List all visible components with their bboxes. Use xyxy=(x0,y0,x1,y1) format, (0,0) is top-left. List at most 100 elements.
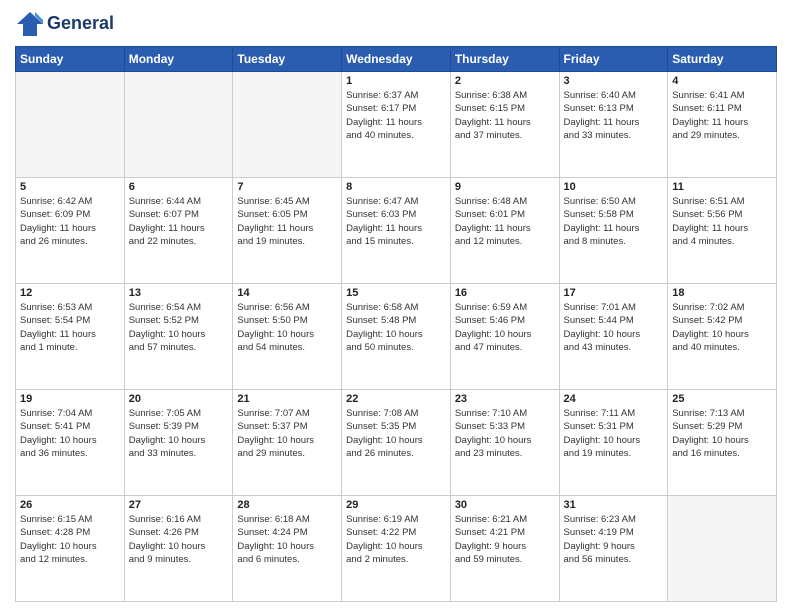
day-number: 24 xyxy=(564,393,664,405)
calendar-cell: 17 Sunrise: 7:01 AM Sunset: 5:44 PM Dayli… xyxy=(559,284,668,390)
day-info: Sunrise: 7:02 AM Sunset: 5:42 PM Dayligh… xyxy=(672,301,772,354)
calendar-cell: 28 Sunrise: 6:18 AM Sunset: 4:24 PM Dayli… xyxy=(233,496,342,602)
day-number: 2 xyxy=(455,75,555,87)
day-number: 25 xyxy=(672,393,772,405)
day-number: 5 xyxy=(20,181,120,193)
day-info: Sunrise: 6:48 AM Sunset: 6:01 PM Dayligh… xyxy=(455,195,555,248)
calendar-cell xyxy=(668,496,777,602)
calendar-cell: 21 Sunrise: 7:07 AM Sunset: 5:37 PM Dayli… xyxy=(233,390,342,496)
calendar-cell: 3Sunrise: 6:40 AM Sunset: 6:13 PM Daylig… xyxy=(559,72,668,178)
day-number: 29 xyxy=(346,499,446,511)
logo: General xyxy=(15,10,114,38)
calendar-cell: 15 Sunrise: 6:58 AM Sunset: 5:48 PM Dayli… xyxy=(342,284,451,390)
calendar-cell: 5 Sunrise: 6:42 AM Sunset: 6:09 PM Daylig… xyxy=(16,178,125,284)
day-info: Sunrise: 7:13 AM Sunset: 5:29 PM Dayligh… xyxy=(672,407,772,460)
calendar-cell: 8Sunrise: 6:47 AM Sunset: 6:03 PM Daylig… xyxy=(342,178,451,284)
day-number: 16 xyxy=(455,287,555,299)
day-info: Sunrise: 6:45 AM Sunset: 6:05 PM Dayligh… xyxy=(237,195,337,248)
header: General xyxy=(15,10,777,38)
calendar-cell: 18 Sunrise: 7:02 AM Sunset: 5:42 PM Dayli… xyxy=(668,284,777,390)
day-info: Sunrise: 6:18 AM Sunset: 4:24 PM Dayligh… xyxy=(237,513,337,566)
day-info: Sunrise: 6:54 AM Sunset: 5:52 PM Dayligh… xyxy=(129,301,229,354)
day-number: 20 xyxy=(129,393,229,405)
day-number: 18 xyxy=(672,287,772,299)
day-number: 9 xyxy=(455,181,555,193)
week-row-3: 12Sunrise: 6:53 AM Sunset: 5:54 PM Dayli… xyxy=(16,284,777,390)
weekday-header-thursday: Thursday xyxy=(450,47,559,72)
logo-icon xyxy=(15,10,45,38)
week-row-2: 5 Sunrise: 6:42 AM Sunset: 6:09 PM Daylig… xyxy=(16,178,777,284)
calendar-cell: 12Sunrise: 6:53 AM Sunset: 5:54 PM Dayli… xyxy=(16,284,125,390)
day-number: 26 xyxy=(20,499,120,511)
calendar-cell: 10 Sunrise: 6:50 AM Sunset: 5:58 PM Dayli… xyxy=(559,178,668,284)
day-info: Sunrise: 6:53 AM Sunset: 5:54 PM Dayligh… xyxy=(20,301,120,354)
calendar-cell: 24Sunrise: 7:11 AM Sunset: 5:31 PM Dayli… xyxy=(559,390,668,496)
day-info: Sunrise: 7:04 AM Sunset: 5:41 PM Dayligh… xyxy=(20,407,120,460)
day-info: Sunrise: 6:42 AM Sunset: 6:09 PM Dayligh… xyxy=(20,195,120,248)
calendar-cell: 13 Sunrise: 6:54 AM Sunset: 5:52 PM Dayli… xyxy=(124,284,233,390)
logo-text: General xyxy=(47,14,114,34)
weekday-header-monday: Monday xyxy=(124,47,233,72)
day-info: Sunrise: 6:51 AM Sunset: 5:56 PM Dayligh… xyxy=(672,195,772,248)
calendar-table: SundayMondayTuesdayWednesdayThursdayFrid… xyxy=(15,46,777,602)
weekday-header-saturday: Saturday xyxy=(668,47,777,72)
day-number: 4 xyxy=(672,75,772,87)
day-number: 21 xyxy=(237,393,337,405)
calendar-cell: 20 Sunrise: 7:05 AM Sunset: 5:39 PM Dayli… xyxy=(124,390,233,496)
day-number: 15 xyxy=(346,287,446,299)
day-info: Sunrise: 6:19 AM Sunset: 4:22 PM Dayligh… xyxy=(346,513,446,566)
calendar-cell: 27 Sunrise: 6:16 AM Sunset: 4:26 PM Dayli… xyxy=(124,496,233,602)
day-info: Sunrise: 6:23 AM Sunset: 4:19 PM Dayligh… xyxy=(564,513,664,566)
day-number: 6 xyxy=(129,181,229,193)
day-info: Sunrise: 6:37 AM Sunset: 6:17 PM Dayligh… xyxy=(346,89,446,142)
calendar-cell xyxy=(124,72,233,178)
day-info: Sunrise: 7:08 AM Sunset: 5:35 PM Dayligh… xyxy=(346,407,446,460)
day-number: 30 xyxy=(455,499,555,511)
weekday-header-friday: Friday xyxy=(559,47,668,72)
day-info: Sunrise: 6:41 AM Sunset: 6:11 PM Dayligh… xyxy=(672,89,772,142)
calendar-cell: 31 Sunrise: 6:23 AM Sunset: 4:19 PM Dayli… xyxy=(559,496,668,602)
day-info: Sunrise: 7:05 AM Sunset: 5:39 PM Dayligh… xyxy=(129,407,229,460)
calendar-cell: 6Sunrise: 6:44 AM Sunset: 6:07 PM Daylig… xyxy=(124,178,233,284)
day-info: Sunrise: 6:50 AM Sunset: 5:58 PM Dayligh… xyxy=(564,195,664,248)
calendar-cell: 11 Sunrise: 6:51 AM Sunset: 5:56 PM Dayli… xyxy=(668,178,777,284)
weekday-header-row: SundayMondayTuesdayWednesdayThursdayFrid… xyxy=(16,47,777,72)
day-number: 10 xyxy=(564,181,664,193)
week-row-1: 1 Sunrise: 6:37 AM Sunset: 6:17 PM Daylig… xyxy=(16,72,777,178)
day-info: Sunrise: 6:58 AM Sunset: 5:48 PM Dayligh… xyxy=(346,301,446,354)
day-number: 11 xyxy=(672,181,772,193)
day-info: Sunrise: 6:15 AM Sunset: 4:28 PM Dayligh… xyxy=(20,513,120,566)
day-info: Sunrise: 6:56 AM Sunset: 5:50 PM Dayligh… xyxy=(237,301,337,354)
calendar-cell: 19Sunrise: 7:04 AM Sunset: 5:41 PM Dayli… xyxy=(16,390,125,496)
calendar-cell: 30Sunrise: 6:21 AM Sunset: 4:21 PM Dayli… xyxy=(450,496,559,602)
day-number: 23 xyxy=(455,393,555,405)
day-number: 31 xyxy=(564,499,664,511)
calendar-cell: 14 Sunrise: 6:56 AM Sunset: 5:50 PM Dayli… xyxy=(233,284,342,390)
day-number: 7 xyxy=(237,181,337,193)
day-info: Sunrise: 6:16 AM Sunset: 4:26 PM Dayligh… xyxy=(129,513,229,566)
day-info: Sunrise: 6:47 AM Sunset: 6:03 PM Dayligh… xyxy=(346,195,446,248)
day-number: 28 xyxy=(237,499,337,511)
day-info: Sunrise: 7:07 AM Sunset: 5:37 PM Dayligh… xyxy=(237,407,337,460)
calendar-cell: 29 Sunrise: 6:19 AM Sunset: 4:22 PM Dayli… xyxy=(342,496,451,602)
calendar-cell: 4 Sunrise: 6:41 AM Sunset: 6:11 PM Daylig… xyxy=(668,72,777,178)
day-number: 27 xyxy=(129,499,229,511)
calendar-cell: 22Sunrise: 7:08 AM Sunset: 5:35 PM Dayli… xyxy=(342,390,451,496)
weekday-header-tuesday: Tuesday xyxy=(233,47,342,72)
calendar-cell: 9 Sunrise: 6:48 AM Sunset: 6:01 PM Daylig… xyxy=(450,178,559,284)
calendar-cell xyxy=(233,72,342,178)
day-info: Sunrise: 6:59 AM Sunset: 5:46 PM Dayligh… xyxy=(455,301,555,354)
page: General SundayMondayTuesdayWednesdayThur… xyxy=(0,0,792,612)
week-row-5: 26 Sunrise: 6:15 AM Sunset: 4:28 PM Dayli… xyxy=(16,496,777,602)
weekday-header-sunday: Sunday xyxy=(16,47,125,72)
day-number: 1 xyxy=(346,75,446,87)
day-number: 14 xyxy=(237,287,337,299)
day-info: Sunrise: 6:38 AM Sunset: 6:15 PM Dayligh… xyxy=(455,89,555,142)
day-number: 13 xyxy=(129,287,229,299)
calendar-cell: 26 Sunrise: 6:15 AM Sunset: 4:28 PM Dayli… xyxy=(16,496,125,602)
calendar-cell: 2 Sunrise: 6:38 AM Sunset: 6:15 PM Daylig… xyxy=(450,72,559,178)
calendar-cell: 25 Sunrise: 7:13 AM Sunset: 5:29 PM Dayli… xyxy=(668,390,777,496)
day-info: Sunrise: 7:10 AM Sunset: 5:33 PM Dayligh… xyxy=(455,407,555,460)
day-info: Sunrise: 7:01 AM Sunset: 5:44 PM Dayligh… xyxy=(564,301,664,354)
day-number: 17 xyxy=(564,287,664,299)
